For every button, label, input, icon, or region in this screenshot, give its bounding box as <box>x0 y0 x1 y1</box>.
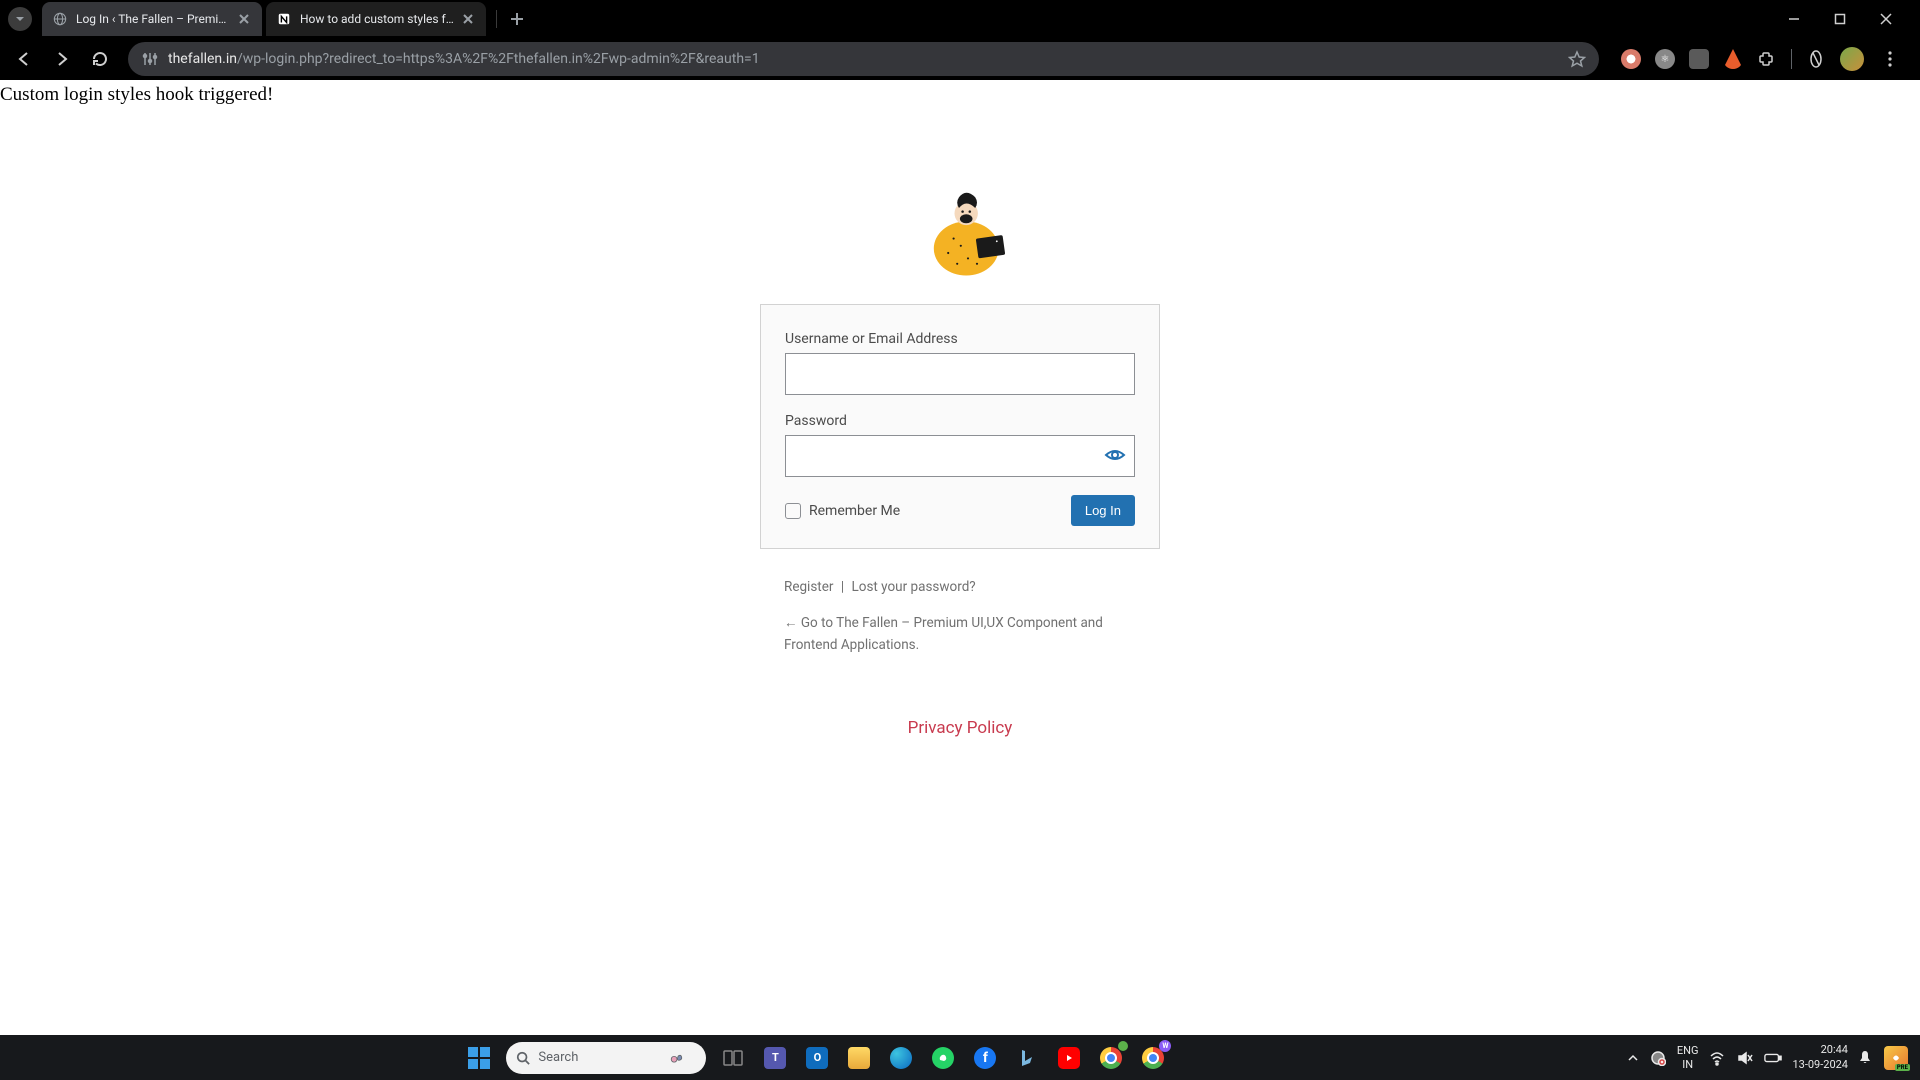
username-field-wrap: Username or Email Address <box>785 331 1135 395</box>
login-form: Username or Email Address Password Remem… <box>760 304 1160 549</box>
url-text: thefallen.in/wp-login.php?redirect_to=ht… <box>168 51 1559 67</box>
back-button[interactable] <box>8 43 40 75</box>
taskbar-center: Search T O f W <box>6 1042 1627 1074</box>
notifications-icon[interactable] <box>1858 1050 1874 1066</box>
language-indicator[interactable]: ENG IN <box>1677 1044 1699 1070</box>
go-back-link[interactable]: ← Go to The Fallen – Premium UI,UX Compo… <box>784 613 1136 656</box>
link-separator: | <box>841 579 844 595</box>
remember-me-label: Remember Me <box>809 503 900 519</box>
login-button[interactable]: Log In <box>1071 495 1135 526</box>
reload-button[interactable] <box>84 43 116 75</box>
extension-icon[interactable]: ⚛ <box>1655 49 1675 69</box>
close-window-button[interactable] <box>1872 5 1900 33</box>
site-logo[interactable] <box>918 190 1002 274</box>
security-icon[interactable] <box>1649 1049 1667 1067</box>
lost-password-link[interactable]: Lost your password? <box>851 579 975 595</box>
site-settings-icon[interactable] <box>140 49 160 69</box>
password-field-wrap: Password <box>785 413 1135 477</box>
extensions-button[interactable] <box>1757 49 1777 69</box>
chrome-icon[interactable] <box>1096 1043 1126 1073</box>
register-line: Register | Lost your password? <box>784 579 1136 595</box>
extension-icon[interactable] <box>1689 49 1709 69</box>
system-tray: ENG IN 20:44 13-09-2024 PRE <box>1627 1043 1914 1072</box>
page-content: Custom login styles hook triggered! User… <box>0 80 1920 1035</box>
clock[interactable]: 20:44 13-09-2024 <box>1792 1043 1848 1072</box>
separator <box>1791 49 1792 69</box>
close-icon[interactable] <box>236 11 252 27</box>
globe-icon <box>52 11 68 27</box>
profile-avatar[interactable] <box>1840 47 1864 71</box>
privacy-policy-link[interactable]: Privacy Policy <box>908 718 1013 738</box>
register-link[interactable]: Register <box>784 579 833 595</box>
tab-separator <box>496 10 497 28</box>
username-input[interactable] <box>785 353 1135 395</box>
tab-bar: Log In ‹ The Fallen – Premium U How to a… <box>0 0 1920 38</box>
teams-icon[interactable]: T <box>760 1043 790 1073</box>
remember-me-input[interactable] <box>785 503 801 519</box>
browser-chrome: Log In ‹ The Fallen – Premium U How to a… <box>0 0 1920 80</box>
volume-muted-icon[interactable] <box>1736 1049 1754 1067</box>
file-explorer-icon[interactable] <box>844 1043 874 1073</box>
tab-title: Log In ‹ The Fallen – Premium U <box>76 12 230 26</box>
extension-icon[interactable] <box>1723 49 1743 69</box>
maximize-button[interactable] <box>1826 5 1854 33</box>
username-label: Username or Email Address <box>785 331 1135 347</box>
search-highlights-icon <box>658 1043 696 1073</box>
tab-title: How to add custom styles for W <box>300 12 454 26</box>
start-button[interactable] <box>464 1043 494 1073</box>
url-input[interactable]: thefallen.in/wp-login.php?redirect_to=ht… <box>128 42 1599 76</box>
login-links: Register | Lost your password? ← Go to T… <box>760 579 1160 656</box>
windows-taskbar: Search T O f W ENG IN 20:44 13-09-2024 <box>0 1035 1920 1080</box>
browser-tab-active[interactable]: Log In ‹ The Fallen – Premium U <box>42 2 262 36</box>
tab-search-dropdown[interactable] <box>8 7 32 31</box>
youtube-icon[interactable] <box>1054 1043 1084 1073</box>
browser-tab[interactable]: How to add custom styles for W <box>266 2 486 36</box>
address-bar: thefallen.in/wp-login.php?redirect_to=ht… <box>0 38 1920 80</box>
debug-message: Custom login styles hook triggered! <box>0 84 273 106</box>
bing-icon[interactable] <box>1012 1043 1042 1073</box>
notion-icon <box>276 11 292 27</box>
new-tab-button[interactable] <box>503 5 531 33</box>
login-wrapper: Username or Email Address Password Remem… <box>0 80 1920 738</box>
extension-icons: ⚛ <box>1611 47 1912 71</box>
extension-icon[interactable] <box>1806 49 1826 69</box>
taskbar-search[interactable]: Search <box>506 1042 706 1074</box>
chrome-canary-icon[interactable]: W <box>1138 1043 1168 1073</box>
show-password-icon[interactable] <box>1103 443 1127 467</box>
remember-me-checkbox[interactable]: Remember Me <box>785 503 900 519</box>
wifi-icon[interactable] <box>1708 1049 1726 1067</box>
forward-button[interactable] <box>46 43 78 75</box>
copilot-icon[interactable]: PRE <box>1884 1046 1908 1070</box>
tray-overflow-button[interactable] <box>1627 1052 1639 1064</box>
edge-icon[interactable] <box>886 1043 916 1073</box>
password-label: Password <box>785 413 1135 429</box>
facebook-icon[interactable]: f <box>970 1043 1000 1073</box>
password-input[interactable] <box>785 435 1135 477</box>
whatsapp-icon[interactable] <box>928 1043 958 1073</box>
search-placeholder: Search <box>538 1050 578 1065</box>
bookmark-star-icon[interactable] <box>1567 49 1587 69</box>
close-icon[interactable] <box>460 11 476 27</box>
chrome-menu-button[interactable] <box>1878 47 1902 71</box>
battery-icon[interactable] <box>1764 1049 1782 1067</box>
login-actions-row: Remember Me Log In <box>785 495 1135 526</box>
task-view-button[interactable] <box>718 1043 748 1073</box>
minimize-button[interactable] <box>1780 5 1808 33</box>
outlook-icon[interactable]: O <box>802 1043 832 1073</box>
window-controls <box>1780 5 1912 33</box>
extension-icon[interactable] <box>1621 49 1641 69</box>
